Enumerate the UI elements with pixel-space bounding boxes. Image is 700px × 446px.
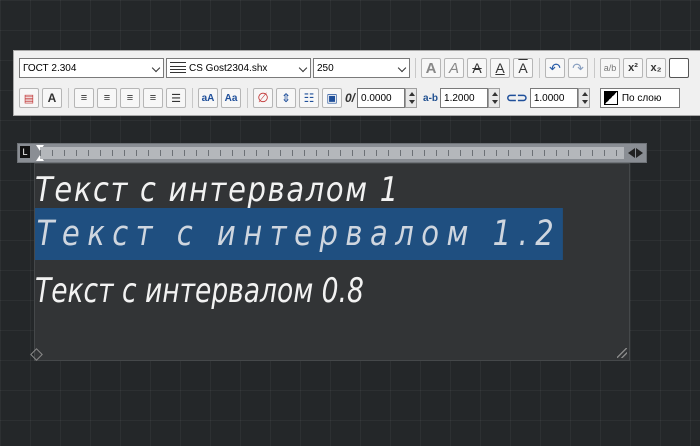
width-expand-icon[interactable] xyxy=(636,148,643,158)
font-combo[interactable]: CS Gost2304.shx xyxy=(166,58,311,78)
strikethrough-icon[interactable]: A xyxy=(467,58,487,78)
columns-icon[interactable]: ▤ xyxy=(19,88,39,108)
symbol-icon[interactable]: ∅ xyxy=(253,88,273,108)
align-right-icon[interactable]: ≡ xyxy=(120,88,140,108)
separator xyxy=(415,58,416,78)
options-icon[interactable] xyxy=(669,58,689,78)
separator xyxy=(192,88,193,108)
subscript-icon[interactable]: x₂ xyxy=(646,58,666,78)
resize-grip-icon[interactable] xyxy=(617,348,627,358)
chevron-down-icon xyxy=(298,63,308,73)
bold-icon[interactable]: A xyxy=(421,58,441,78)
width-factor-spinner[interactable] xyxy=(577,88,590,108)
text-line-3[interactable]: Текст с интервалом 0.8 xyxy=(35,271,364,311)
align-left-icon[interactable]: ≡ xyxy=(74,88,94,108)
text-ruler[interactable]: L xyxy=(17,143,647,163)
ruler-scale xyxy=(40,147,624,159)
underline-icon[interactable]: A xyxy=(490,58,510,78)
overline-icon[interactable]: A xyxy=(513,58,533,78)
uppercase-icon[interactable]: aA xyxy=(198,88,218,108)
tracking-spinner[interactable] xyxy=(488,88,501,108)
chevron-down-icon xyxy=(151,63,161,73)
color-swatch-icon xyxy=(603,91,618,105)
separator xyxy=(247,88,248,108)
undo-icon[interactable]: ↶ xyxy=(545,58,565,78)
shx-font-icon xyxy=(170,62,186,74)
oblique-label: 0/ xyxy=(345,91,356,105)
superscript-icon[interactable]: x² xyxy=(623,58,643,78)
mtext-editor-area[interactable]: Текст с интервалом 1 Текст с интервалом … xyxy=(34,163,630,361)
align-center-icon[interactable]: ≡ xyxy=(97,88,117,108)
toolbar-row-1: ГОСТ 2.304 CS Gost2304.shx 250 A A A A A… xyxy=(19,57,692,79)
stack-icon[interactable]: a/b xyxy=(600,58,620,78)
text-style-value: ГОСТ 2.304 xyxy=(23,62,77,74)
font-value: CS Gost2304.shx xyxy=(189,62,268,74)
italic-icon[interactable]: A xyxy=(444,58,464,78)
text-height-value: 250 xyxy=(317,62,334,74)
tracking-label: a-b xyxy=(423,92,439,104)
distribute-icon[interactable]: ☰ xyxy=(166,88,186,108)
tab-type-icon[interactable]: L xyxy=(20,146,30,158)
color-combo[interactable]: По слою xyxy=(599,88,680,108)
text-formatting-toolbar: ГОСТ 2.304 CS Gost2304.shx 250 A A A A A… xyxy=(13,50,700,116)
text-line-1[interactable]: Текст с интервалом 1 xyxy=(35,170,400,210)
separator xyxy=(594,58,595,78)
paragraph-icon[interactable]: ⇕ xyxy=(276,88,296,108)
chevron-down-icon xyxy=(397,63,407,73)
insert-field-icon[interactable]: ▣ xyxy=(322,88,342,108)
width-factor-input[interactable]: 1.0000 xyxy=(529,88,578,108)
width-shrink-icon[interactable] xyxy=(628,148,635,158)
tracking-value: 1.2000 xyxy=(444,92,475,104)
width-factor-icon: ⊂⊃ xyxy=(506,90,528,105)
text-line-2-selected[interactable]: Текст с интервалом 1.2 xyxy=(35,208,563,260)
separator xyxy=(539,58,540,78)
width-factor-value: 1.0000 xyxy=(533,92,565,104)
numbering-icon[interactable]: ☷ xyxy=(299,88,319,108)
oblique-spinner[interactable] xyxy=(405,88,418,108)
oblique-value: 0.0000 xyxy=(361,92,392,104)
toolbar-row-2: ▤ A ≡ ≡ ≡ ≡ ☰ aA Aa ∅ ⇕ ☷ ▣ 0/ 0.0000 a-… xyxy=(19,87,682,109)
redo-icon[interactable]: ↷ xyxy=(568,58,588,78)
text-height-combo[interactable]: 250 xyxy=(313,58,410,78)
lowercase-icon[interactable]: Aa xyxy=(221,88,241,108)
text-style-combo[interactable]: ГОСТ 2.304 xyxy=(19,58,164,78)
mtext-justify-icon[interactable]: A xyxy=(42,88,62,108)
tracking-input[interactable]: 1.2000 xyxy=(440,88,489,108)
justify-icon[interactable]: ≡ xyxy=(143,88,163,108)
oblique-angle-input[interactable]: 0.0000 xyxy=(357,88,406,108)
separator xyxy=(68,88,69,108)
color-value: По слою xyxy=(621,92,662,104)
